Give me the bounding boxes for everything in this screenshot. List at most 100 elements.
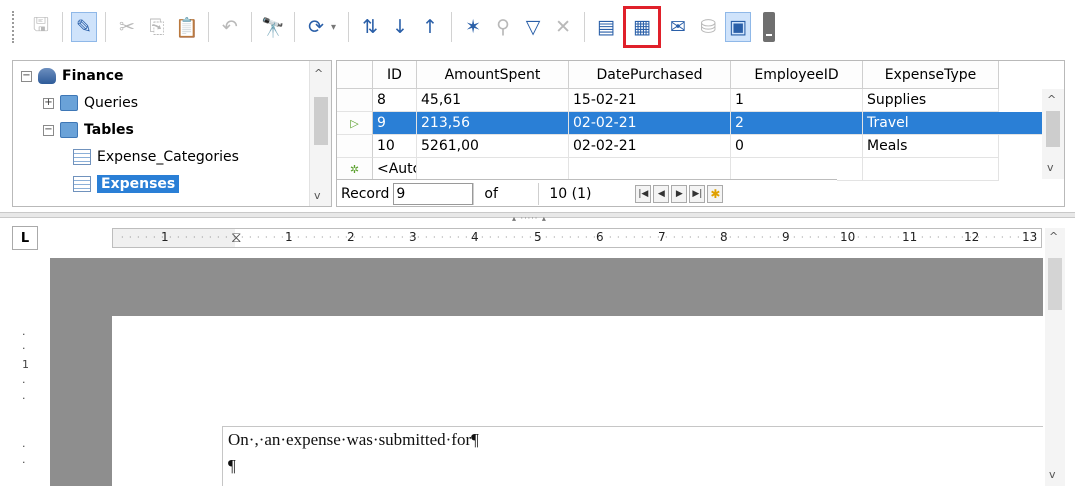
ruler-tick: · xyxy=(281,233,284,242)
column-header[interactable]: DatePurchased xyxy=(569,61,731,89)
grid-corner[interactable] xyxy=(337,61,373,89)
find-record-icon[interactable]: 🔭 xyxy=(260,12,286,42)
grid-scroll-thumb[interactable] xyxy=(1046,111,1060,147)
grid-scrollbar[interactable]: ^ v xyxy=(1042,89,1064,179)
table-cell[interactable]: 5261,00 xyxy=(417,135,569,158)
explorer-scroll-thumb[interactable] xyxy=(314,97,328,145)
scroll-down-icon[interactable]: v xyxy=(314,189,321,202)
table-cell[interactable]: 9 xyxy=(373,112,417,135)
save-record-icon[interactable]: 🖫 xyxy=(28,12,54,42)
indent-marker-icon[interactable]: ⧖ xyxy=(231,229,242,246)
collapse-icon[interactable]: − xyxy=(21,70,32,82)
table-row[interactable]: 8 45,61 15-02-21 1 Supplies xyxy=(337,89,999,112)
last-record-icon[interactable]: ▶| xyxy=(689,184,706,203)
toolbar-grip[interactable] xyxy=(12,11,16,43)
document-line[interactable]: On·,·an·expense·was·submitted·for¶ xyxy=(228,430,479,450)
table-cell[interactable]: 15-02-21 xyxy=(569,89,731,112)
tab-stop-selector[interactable]: L xyxy=(12,226,38,250)
table-cell[interactable]: Supplies xyxy=(863,89,999,112)
data-to-fields-icon[interactable]: ▦ xyxy=(623,6,662,48)
autofilter-icon[interactable]: ✶ xyxy=(460,12,486,42)
standard-filter-icon[interactable]: ▽ xyxy=(520,12,546,42)
table-row[interactable]: 10 5261,00 02-02-21 0 Meals xyxy=(337,135,999,158)
table-cell[interactable]: 02-02-21 xyxy=(569,135,731,158)
edit-data-icon[interactable]: ✎ xyxy=(71,12,97,42)
horizontal-ruler[interactable]: 1 1 2 3 4 5 6 7 8 9 10 11 12 13 · · · · · · · · · · · · · · · · · · · · · ·… xyxy=(112,228,1042,248)
document-line[interactable]: ¶ xyxy=(228,456,236,476)
ruler-tick: · xyxy=(321,233,324,242)
table-cell[interactable]: 02-02-21 xyxy=(569,112,731,135)
next-record-icon[interactable]: ▶ xyxy=(671,184,688,203)
sort-descending-icon[interactable]: ↑ xyxy=(417,12,443,42)
tree-item[interactable]: Expense_Categories xyxy=(73,144,239,170)
sort-ascending-icon[interactable]: ↓ xyxy=(387,12,413,42)
row-header[interactable]: ▷ xyxy=(337,112,373,135)
apply-filter-icon[interactable]: ⚲ xyxy=(490,12,516,42)
tree-item[interactable]: Expenses xyxy=(73,171,180,197)
table-cell[interactable] xyxy=(569,158,731,181)
data-source-current-document-icon[interactable]: ⛁ xyxy=(695,12,721,42)
scroll-down-icon[interactable]: v xyxy=(1047,161,1054,174)
scroll-up-icon[interactable]: ^ xyxy=(1047,93,1056,106)
column-header[interactable]: AmountSpent xyxy=(417,61,569,89)
refresh-icon[interactable]: ⟳ xyxy=(303,12,329,42)
column-header[interactable]: ExpenseType xyxy=(863,61,999,89)
record-number-input[interactable]: 9 xyxy=(393,182,474,205)
toolbar-overflow-button[interactable] xyxy=(763,12,776,42)
first-record-icon[interactable]: |◀ xyxy=(635,184,652,203)
table-cell[interactable]: 10 xyxy=(373,135,417,158)
table-cell[interactable] xyxy=(417,158,569,181)
table-row[interactable]: ▷ 9 213,56 02-02-21 2 Travel xyxy=(337,112,1044,135)
remove-filter-icon[interactable]: ✕ xyxy=(550,12,576,42)
explorer-scrollbar[interactable]: ^ v xyxy=(309,61,331,206)
tree-item[interactable]: − Finance xyxy=(21,63,124,89)
table-cell[interactable] xyxy=(863,158,999,181)
sort-icon[interactable]: ⇅ xyxy=(357,12,383,42)
document-scroll-thumb[interactable] xyxy=(1048,258,1062,310)
table-cell[interactable]: 45,61 xyxy=(417,89,569,112)
table-cell[interactable]: 0 xyxy=(731,135,863,158)
pane-splitter[interactable]: ▴ ····· ▴ xyxy=(0,212,1075,223)
table-cell[interactable]: <Autc xyxy=(373,158,417,181)
mail-merge-icon[interactable]: ✉ xyxy=(665,12,691,42)
ruler-tick: · xyxy=(337,233,340,242)
tree-item[interactable]: − Tables xyxy=(43,117,134,143)
document-scrollbar[interactable]: ^ v xyxy=(1045,228,1065,486)
ruler-tick: · xyxy=(1025,233,1028,242)
undo-icon[interactable]: ↶ xyxy=(217,12,243,42)
table-cell[interactable]: 1 xyxy=(731,89,863,112)
ruler-tick: · xyxy=(913,233,916,242)
ruler-tick: · xyxy=(22,456,26,469)
cut-icon[interactable]: ✂ xyxy=(114,12,140,42)
splitter-grip-icon[interactable]: ▴ ····· ▴ xyxy=(512,214,547,223)
ruler-tick: · xyxy=(153,233,156,242)
dropdown-arrow-icon[interactable]: ▾ xyxy=(331,22,336,33)
column-header[interactable]: ID xyxy=(373,61,417,89)
row-header[interactable] xyxy=(337,135,373,158)
scroll-down-icon[interactable]: v xyxy=(1049,468,1056,481)
collapse-icon[interactable]: − xyxy=(43,124,54,136)
table-cell[interactable]: 2 xyxy=(731,112,863,135)
row-header[interactable]: ✲ xyxy=(337,158,373,181)
table-cell[interactable] xyxy=(731,158,863,181)
ruler-tick: · xyxy=(641,233,644,242)
scroll-up-icon[interactable]: ^ xyxy=(314,67,323,80)
table-cell[interactable]: Meals xyxy=(863,135,999,158)
data-to-text-icon[interactable]: ▤ xyxy=(593,12,619,42)
paste-icon[interactable]: 📋 xyxy=(174,12,200,42)
previous-record-icon[interactable]: ◀ xyxy=(653,184,670,203)
copy-icon[interactable]: ⎘ xyxy=(144,12,170,42)
row-header[interactable] xyxy=(337,89,373,112)
table-cell[interactable]: 213,56 xyxy=(417,112,569,135)
scroll-up-icon[interactable]: ^ xyxy=(1049,230,1058,243)
table-cell[interactable]: Travel xyxy=(863,112,1044,135)
new-record-icon[interactable]: ✱ xyxy=(707,184,724,203)
tree-item[interactable]: + Queries xyxy=(43,90,138,116)
explorer-on-off-icon[interactable]: ▣ xyxy=(725,12,752,42)
column-header[interactable]: EmployeeID xyxy=(731,61,863,89)
table-cell[interactable]: 8 xyxy=(373,89,417,112)
ruler-tick: · xyxy=(217,233,220,242)
table-row[interactable]: ✲ <Autc xyxy=(337,158,999,181)
expand-icon[interactable]: + xyxy=(43,97,54,109)
ruler-tick: · xyxy=(665,233,668,242)
